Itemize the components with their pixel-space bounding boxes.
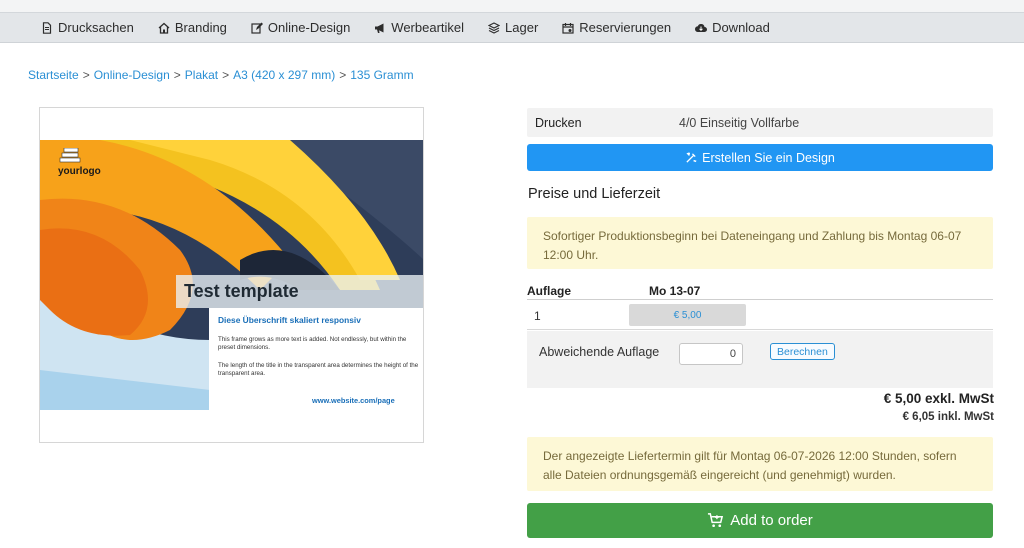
add-to-order-label: Add to order bbox=[730, 512, 813, 529]
nav-item-lager[interactable]: Lager bbox=[488, 20, 538, 35]
nav-item-drucksachen[interactable]: Drucksachen bbox=[41, 20, 134, 35]
document-icon bbox=[42, 21, 52, 34]
breadcrumb: Startseite > Online-Design > Plakat > A3 (420 … bbox=[28, 68, 414, 82]
cart-add-icon bbox=[708, 513, 724, 528]
layers-icon bbox=[488, 21, 501, 34]
add-to-order-button[interactable]: Add to order bbox=[527, 503, 993, 538]
nav-item-reservierungen[interactable]: Reservierungen bbox=[562, 20, 671, 35]
nav-item-download[interactable]: Download bbox=[695, 20, 770, 35]
breadcrumb-a3-format[interactable]: A3 (420 x 297 mm) bbox=[233, 68, 335, 82]
template-url: www.website.com/page bbox=[312, 396, 395, 405]
breadcrumb-startseite[interactable]: Startseite bbox=[28, 68, 79, 82]
custom-quantity-input[interactable] bbox=[679, 343, 743, 365]
nav-item-werbeartikel[interactable]: Werbeartikel bbox=[374, 20, 464, 35]
custom-quantity-label: Abweichende Auflage bbox=[539, 345, 660, 359]
nav-item-online-design[interactable]: Online-Design bbox=[251, 20, 350, 35]
create-design-label: Erstellen Sie ein Design bbox=[702, 150, 835, 165]
quantity-cell: 1 bbox=[534, 309, 541, 323]
table-row: 1 € 5,00 bbox=[527, 301, 993, 330]
megaphone-icon bbox=[375, 23, 384, 33]
print-option-row: Drucken 4/0 Einseitig Vollfarbe bbox=[527, 108, 993, 137]
template-paragraph: This frame grows as more text is added. … bbox=[218, 336, 407, 351]
template-title: Test template bbox=[184, 281, 299, 301]
nav-label: Reservierungen bbox=[579, 20, 672, 35]
edit-icon bbox=[251, 22, 263, 34]
logo-icon bbox=[59, 148, 81, 163]
template-paragraph: The length of the title in the transpare… bbox=[218, 362, 419, 377]
total-price-excl-vat: € 5,00 exkl. MwSt bbox=[883, 391, 994, 406]
home-icon bbox=[158, 22, 170, 34]
calendar-icon bbox=[562, 22, 574, 34]
price-table-header: Auflage Mo 13-07 bbox=[527, 284, 993, 300]
nav-label: Werbeartikel bbox=[391, 20, 465, 35]
breadcrumb-separator: > bbox=[222, 68, 230, 82]
template-subtitle: Diese Überschrift skaliert responsiv bbox=[218, 315, 361, 325]
calculate-button[interactable]: Berechnen bbox=[770, 343, 835, 360]
column-header-quantity: Auflage bbox=[527, 284, 572, 298]
column-header-delivery-date: Mo 13-07 bbox=[649, 284, 701, 298]
nav-label: Drucksachen bbox=[58, 20, 134, 35]
nav-label: Lager bbox=[505, 20, 539, 35]
breadcrumb-online-design[interactable]: Online-Design bbox=[94, 68, 170, 82]
nav-label: Online-Design bbox=[267, 20, 351, 35]
breadcrumb-plakat[interactable]: Plakat bbox=[185, 68, 218, 82]
total-price-incl-vat: € 6,05 inkl. MwSt bbox=[902, 411, 994, 423]
cloud-download-icon bbox=[695, 23, 708, 32]
print-value: 4/0 Einseitig Vollfarbe bbox=[679, 116, 800, 130]
nav-item-branding[interactable]: Branding bbox=[158, 20, 227, 35]
breadcrumb-separator: > bbox=[82, 68, 90, 82]
main-navigation: Drucksachen Branding Online-Design Werbe… bbox=[0, 12, 1024, 43]
template-logo-text: yourlogo bbox=[58, 166, 101, 177]
top-strip bbox=[0, 0, 1024, 12]
prices-heading: Preise und Lieferzeit bbox=[528, 186, 661, 202]
nav-label: Download bbox=[712, 20, 770, 35]
delivery-notice: Der angezeigte Liefertermin gilt für Mon… bbox=[527, 437, 993, 491]
production-notice: Sofortiger Produktionsbeginn bei Datenei… bbox=[527, 217, 993, 269]
create-design-button[interactable]: Erstellen Sie ein Design bbox=[527, 144, 993, 171]
breadcrumb-separator: > bbox=[173, 68, 181, 82]
breadcrumb-135-gramm[interactable]: 135 Gramm bbox=[350, 68, 413, 82]
breadcrumb-separator: > bbox=[339, 68, 347, 82]
nav-label: Branding bbox=[174, 20, 227, 35]
print-label: Drucken bbox=[535, 116, 582, 130]
template-artwork: yourlogo Test template Diese Überschrift… bbox=[40, 140, 423, 410]
product-preview: yourlogo Test template Diese Überschrift… bbox=[39, 107, 424, 443]
design-tools-icon bbox=[686, 152, 697, 163]
custom-quantity-panel: Abweichende Auflage Berechnen bbox=[527, 331, 993, 388]
price-option-cell[interactable]: € 5,00 bbox=[629, 304, 746, 326]
